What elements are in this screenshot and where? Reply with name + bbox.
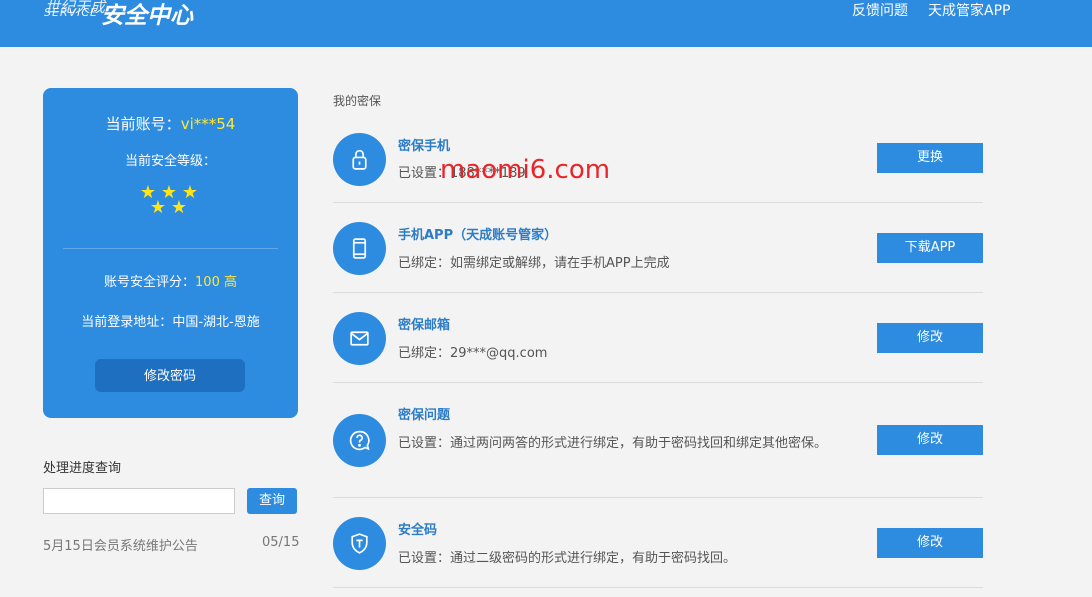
security-level-label: 当前安全等级： — [124, 154, 216, 169]
account-card: 当前账号：vi***54 当前安全等级： ★ ★ ★ ★ ★ 账号安全评分：10… — [43, 88, 298, 418]
download-app-button[interactable]: 下载APP — [877, 233, 983, 263]
login-location: 当前登录地址：中国-湖北-恩施 — [43, 311, 298, 330]
shield-icon — [333, 517, 386, 570]
phone-icon — [333, 222, 386, 275]
row-divider — [333, 382, 983, 383]
item-desc: 已绑定：29***@qq.com — [398, 346, 548, 361]
edit-email-button[interactable]: 修改 — [877, 323, 983, 353]
security-item-app: 手机APP（天成账号管家） 已绑定：如需绑定或解绑，请在手机APP上完成 下载A… — [333, 221, 983, 281]
logo-main-text: 安全中心 — [101, 3, 193, 29]
row-divider — [333, 587, 983, 588]
nav-feedback-link[interactable]: 反馈问题 — [852, 0, 908, 20]
item-desc: 已绑定：如需绑定或解绑，请在手机APP上完成 — [398, 256, 670, 271]
current-account: 当前账号：vi***54 — [43, 113, 298, 134]
change-password-button[interactable]: 修改密码 — [95, 359, 245, 392]
progress-query-input[interactable] — [43, 488, 235, 514]
row-divider — [333, 292, 983, 293]
account-value: vi***54 — [180, 115, 236, 133]
security-item-question: 密保问题 已设置：通过两问两答的形式进行绑定，有助于密码找回和绑定其他密保。 修… — [333, 401, 983, 486]
notice-link[interactable]: 5月15日会员系统维护公告 — [43, 535, 198, 554]
score-value: 100 高 — [195, 275, 237, 290]
security-score: 账号安全评分：100 高 — [43, 271, 298, 290]
star-icon: ★ — [149, 197, 167, 218]
top-header: 世纪天成 SERVICE 安全中心 反馈问题 天成管家APP — [0, 0, 1092, 47]
star-icon: ★ — [170, 197, 188, 218]
lock-icon — [333, 133, 386, 186]
mail-icon — [333, 312, 386, 365]
item-name: 密保邮箱 — [398, 318, 451, 333]
section-title: 我的密保 — [333, 94, 382, 108]
item-name: 手机APP（天成账号管家） — [398, 228, 558, 243]
item-desc: 已设置：通过两问两答的形式进行绑定，有助于密码找回和绑定其他密保。 — [398, 436, 828, 451]
account-label: 当前账号： — [105, 115, 181, 133]
security-item-code: 安全码 已设置：通过二级密码的形式进行绑定，有助于密码找回。 修改 — [333, 516, 983, 576]
location-label: 当前登录地址： — [81, 315, 173, 330]
item-name: 密保手机 — [398, 139, 451, 154]
edit-question-button[interactable]: 修改 — [877, 425, 983, 455]
nav-app-link[interactable]: 天成管家APP — [928, 0, 1010, 20]
security-item-email: 密保邮箱 已绑定：29***@qq.com 修改 — [333, 311, 983, 371]
security-item-phone: 密保手机 已设置：188****189 更换 — [333, 131, 983, 191]
security-level-stars: ★ ★ ★ ★ ★ — [139, 184, 203, 218]
row-divider — [333, 202, 983, 203]
notice-date: 05/15 — [262, 535, 300, 550]
item-desc: 已设置：通过二级密码的形式进行绑定，有助于密码找回。 — [398, 551, 737, 566]
item-name: 密保问题 — [398, 408, 451, 423]
edit-code-button[interactable]: 修改 — [877, 528, 983, 558]
score-label: 账号安全评分： — [104, 275, 196, 290]
item-name: 安全码 — [398, 523, 438, 538]
query-button[interactable]: 查询 — [247, 488, 297, 514]
row-divider — [333, 497, 983, 498]
change-phone-button[interactable]: 更换 — [877, 143, 983, 173]
question-icon — [333, 414, 386, 467]
logo-service-text: SERVICE — [44, 6, 98, 19]
watermark-text: maomi6.com — [440, 155, 611, 185]
progress-query-title: 处理进度查询 — [43, 461, 122, 476]
card-divider — [63, 248, 278, 249]
location-value: 中国-湖北-恩施 — [172, 315, 260, 330]
